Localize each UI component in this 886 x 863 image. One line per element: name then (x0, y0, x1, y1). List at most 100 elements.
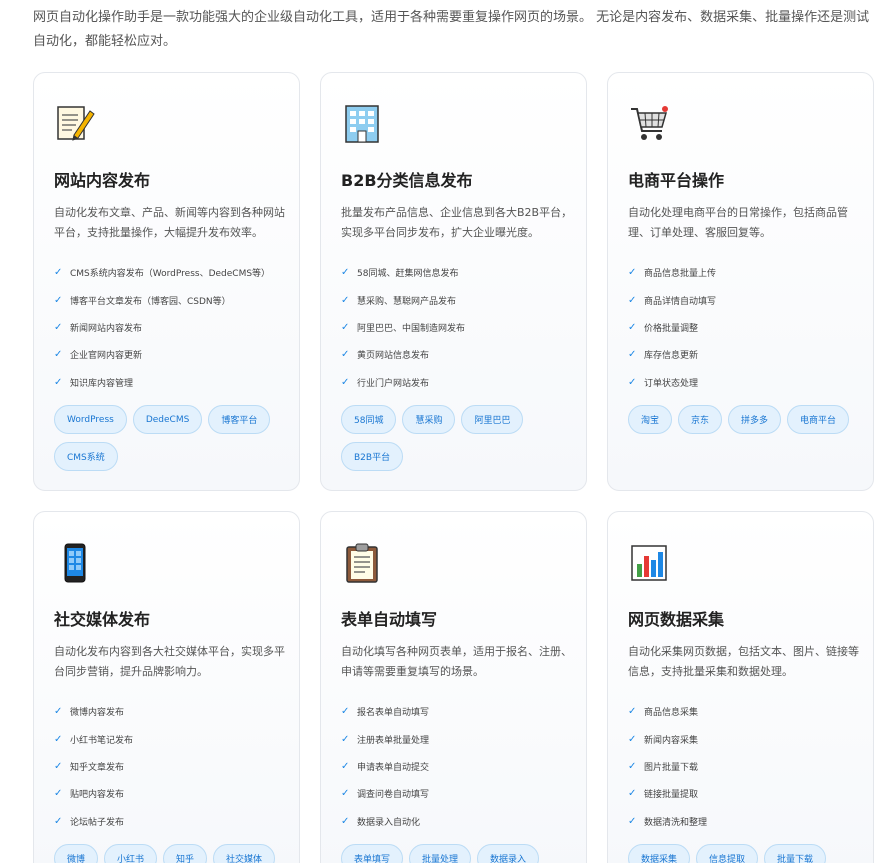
tag[interactable]: 阿里巴巴 (461, 405, 524, 434)
feature-list: ✓ 微博内容发布 ✓ 小红书笔记发布 ✓ 知乎文章发布 ✓ 贴吧内容发布 ✓ 论坛帖子发布 (54, 698, 294, 835)
check-icon: ✓ (628, 294, 637, 306)
list-item: ✓ 黄页网站信息发布 (341, 349, 430, 362)
list-item: ✓ 论坛帖子发布 (54, 815, 125, 828)
card-description: 自动化填写各种网页表单，适用于报名、注册、申请等需要重复填写的场景。 (341, 645, 572, 678)
list-item: ✓ 微博内容发布 (54, 706, 125, 719)
list-item: ✓ 图片批量下载 (628, 760, 699, 773)
tag[interactable]: 电商平台 (787, 405, 850, 434)
card-website-publishing: 网站内容发布 自动化发布文章、产品、新闻等内容到各种网站平台，支持批量操作，大幅… (33, 72, 300, 491)
card-title: 表单自动填写 (341, 610, 438, 629)
tag[interactable]: 博客平台 (208, 405, 271, 434)
list-item: ✓ 注册表单批量处理 (341, 733, 430, 746)
card-description: 自动化处理电商平台的日常操作，包括商品管理、订单处理、客服回复等。 (628, 206, 848, 239)
list-item: ✓ 数据录入自动化 (341, 815, 421, 828)
shopping-cart-icon (628, 103, 670, 145)
check-icon: ✓ (628, 267, 637, 279)
list-item: ✓ 小红书笔记发布 (54, 733, 134, 746)
check-icon: ✓ (54, 706, 63, 718)
tag[interactable]: 知乎 (163, 844, 208, 863)
check-icon: ✓ (54, 376, 63, 388)
tag[interactable]: 社交媒体 (213, 844, 276, 863)
bar-chart-icon (628, 542, 670, 584)
list-item: ✓ 58同城、赶集网信息发布 (341, 267, 459, 280)
card-description: 批量发布产品信息、企业信息到各大B2B平台，实现多平台同步发布，扩大企业曝光度。 (341, 206, 573, 239)
clipboard-icon (341, 542, 383, 584)
check-icon: ✓ (628, 815, 637, 827)
tag-list: WordPress DedeCMS 博客平台 CMS系统 (54, 405, 289, 471)
check-icon: ✓ (54, 294, 63, 306)
check-icon: ✓ (628, 788, 637, 800)
tag[interactable]: WordPress (54, 405, 127, 434)
card-social-media: 社交媒体发布 自动化发布内容到各大社交媒体平台，实现多平台同步营销，提升品牌影响… (33, 511, 300, 863)
list-item: ✓ 企业官网内容更新 (54, 349, 143, 362)
tag[interactable]: 微博 (54, 844, 99, 863)
check-icon: ✓ (54, 815, 63, 827)
list-item: ✓ 库存信息更新 (628, 349, 699, 362)
tag-list: 表单填写 批量处理 数据录入 (341, 844, 576, 863)
card-title: 网站内容发布 (54, 171, 151, 190)
check-icon: ✓ (628, 760, 637, 772)
list-item: ✓ 贴吧内容发布 (54, 788, 125, 801)
tag[interactable]: 批量处理 (409, 844, 472, 863)
list-item: ✓ 商品信息批量上传 (628, 267, 717, 280)
check-icon: ✓ (54, 321, 63, 333)
list-item: ✓ 商品信息采集 (628, 706, 699, 719)
check-icon: ✓ (341, 267, 350, 279)
check-icon: ✓ (341, 706, 350, 718)
list-item: ✓ 知识库内容管理 (54, 376, 134, 389)
list-item: ✓ 知乎文章发布 (54, 760, 125, 773)
tag[interactable]: DedeCMS (132, 405, 203, 434)
card-title: 社交媒体发布 (54, 610, 151, 629)
list-item: ✓ 调查问卷自动填写 (341, 788, 430, 801)
check-icon: ✓ (628, 321, 637, 333)
check-icon: ✓ (341, 321, 350, 333)
tag[interactable]: 信息提取 (696, 844, 759, 863)
card-description: 自动化发布内容到各大社交媒体平台，实现多平台同步营销，提升品牌影响力。 (54, 645, 285, 678)
list-item: ✓ 订单状态处理 (628, 376, 699, 389)
list-item: ✓ 商品详情自动填写 (628, 294, 717, 307)
card-description: 自动化采集网页数据，包括文本、图片、链接等信息，支持批量采集和数据处理。 (628, 645, 859, 678)
check-icon: ✓ (341, 788, 350, 800)
list-item: ✓ CMS系统内容发布（WordPress、DedeCMS等） (54, 267, 271, 280)
tag[interactable]: 数据录入 (477, 844, 540, 863)
mobile-phone-icon (54, 542, 96, 584)
tag[interactable]: 58同城 (341, 405, 397, 434)
list-item: ✓ 行业门户网站发布 (341, 376, 430, 389)
list-item: ✓ 链接批量提取 (628, 788, 699, 801)
tag[interactable]: 小红书 (104, 844, 158, 863)
tag[interactable]: 表单填写 (341, 844, 404, 863)
list-item: ✓ 数据清洗和整理 (628, 815, 708, 828)
check-icon: ✓ (54, 760, 63, 772)
feature-list: ✓ CMS系统内容发布（WordPress、DedeCMS等） ✓ 博客平台文章发布… (54, 259, 294, 396)
list-item: ✓ 新闻内容采集 (628, 733, 699, 746)
tag[interactable]: CMS系统 (54, 442, 118, 471)
card-form-filling: 表单自动填写 自动化填写各种网页表单，适用于报名、注册、申请等需要重复填写的场景… (320, 511, 587, 863)
card-data-scraping: 网页数据采集 自动化采集网页数据，包括文本、图片、链接等信息，支持批量采集和数据… (607, 511, 874, 863)
tag[interactable]: 拼多多 (728, 405, 782, 434)
check-icon: ✓ (341, 376, 350, 388)
feature-list: ✓ 报名表单自动填写 ✓ 注册表单批量处理 ✓ 申请表单自动提交 ✓ 调查问卷自动填写 … (341, 698, 581, 835)
card-title: 网页数据采集 (628, 610, 725, 629)
card-title: 电商平台操作 (628, 171, 725, 190)
list-item: ✓ 新闻网站内容发布 (54, 321, 143, 334)
list-item: ✓ 报名表单自动填写 (341, 706, 430, 719)
tag[interactable]: 批量下载 (764, 844, 827, 863)
check-icon: ✓ (54, 267, 63, 279)
tag-list: 数据采集 信息提取 批量下载 (628, 844, 863, 863)
tag-list: 淘宝 京东 拼多多 电商平台 (628, 405, 863, 434)
check-icon: ✓ (628, 733, 637, 745)
card-description: 自动化发布文章、产品、新闻等内容到各种网站平台，支持批量操作，大幅提升发布效率。 (54, 206, 285, 239)
check-icon: ✓ (341, 760, 350, 772)
tag[interactable]: 数据采集 (628, 844, 691, 863)
list-item: ✓ 阿里巴巴、中国制造网发布 (341, 321, 466, 334)
check-icon: ✓ (341, 349, 350, 361)
memo-icon (54, 103, 96, 145)
tag[interactable]: 京东 (678, 405, 723, 434)
tag[interactable]: 慧采购 (402, 405, 456, 434)
feature-list: ✓ 58同城、赶集网信息发布 ✓ 慧采购、慧聪网产品发布 ✓ 阿里巴巴、中国制造网发布… (341, 259, 581, 396)
list-item: ✓ 博客平台文章发布（博客园、CSDN等） (54, 294, 231, 307)
tag[interactable]: 淘宝 (628, 405, 673, 434)
check-icon: ✓ (341, 294, 350, 306)
tag[interactable]: B2B平台 (341, 442, 404, 471)
card-title: B2B分类信息发布 (341, 171, 473, 190)
